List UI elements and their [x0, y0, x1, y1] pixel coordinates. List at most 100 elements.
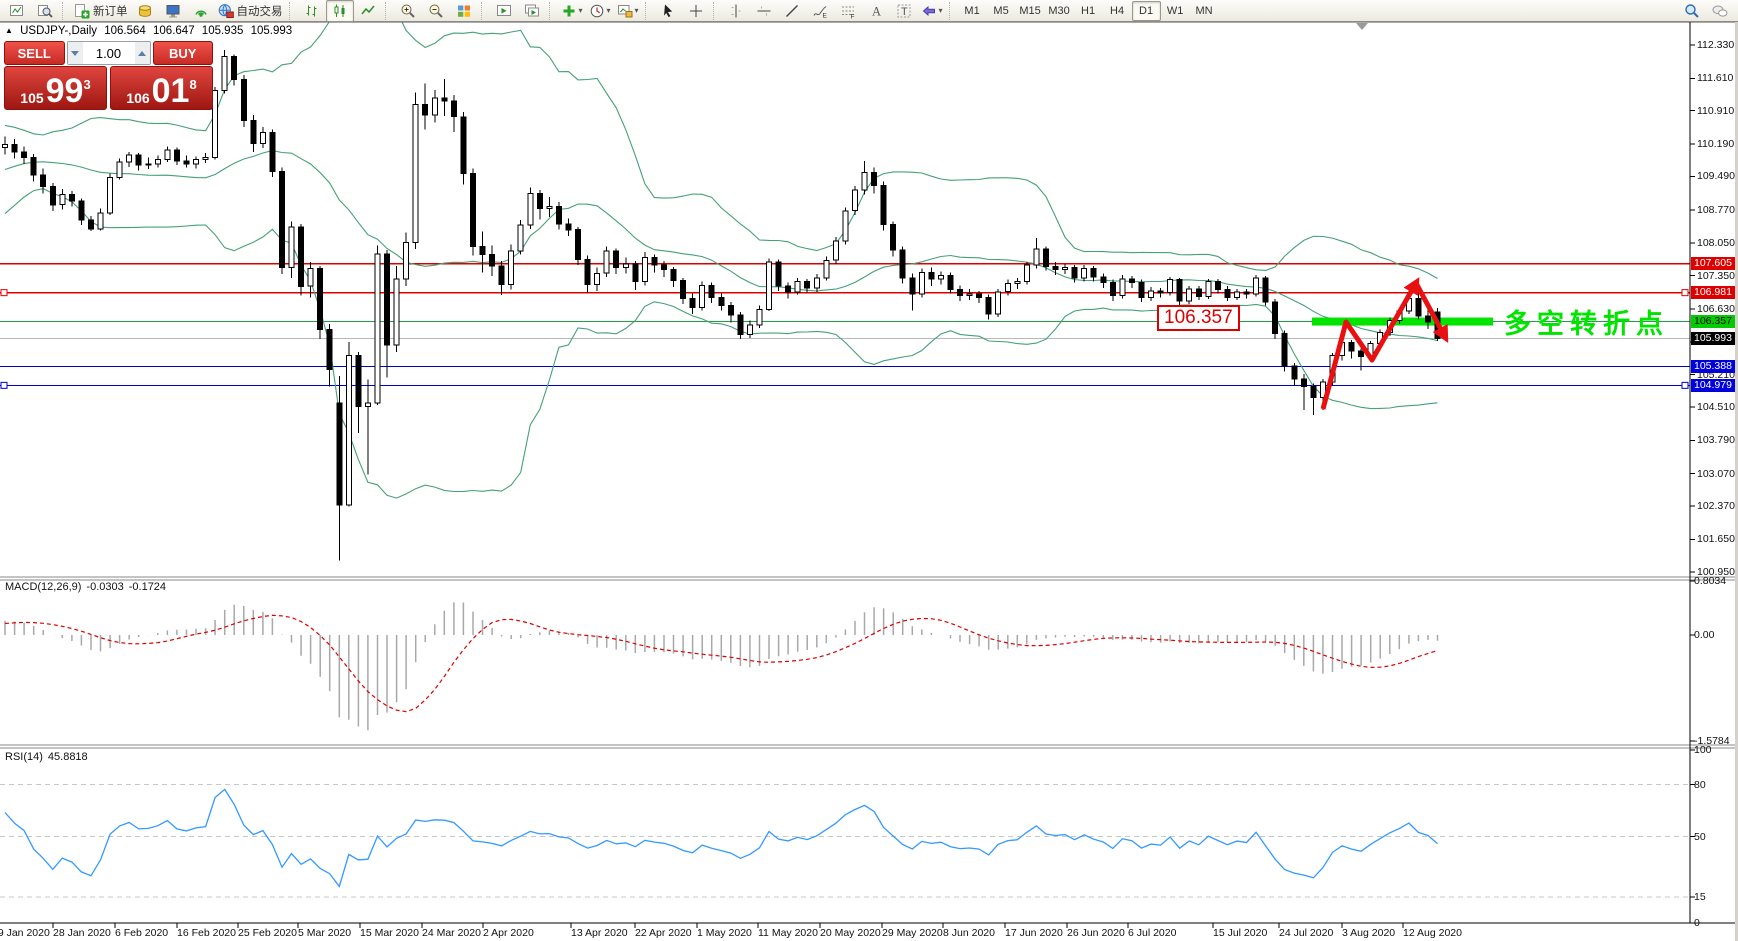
timeframe-h1-button[interactable]: H1 — [1074, 1, 1103, 21]
dropdown-arrow-icon: ▾ — [607, 6, 611, 15]
autotrade-button[interactable]: 自动交易 — [215, 0, 286, 22]
toolbar-right-icons — [1678, 0, 1734, 22]
equidistant-channel-icon[interactable]: E — [806, 0, 834, 22]
fibonacci-icon[interactable]: F — [834, 0, 862, 22]
rsi-indicator-label: RSI(14)45.8818 — [5, 751, 93, 763]
tile-windows-icon — [456, 3, 472, 19]
buy-button[interactable]: BUY — [153, 41, 214, 65]
auto-scroll-icon[interactable] — [490, 0, 518, 22]
profiles-icon — [37, 3, 53, 19]
ohlc-open: 106.564 — [104, 25, 146, 37]
toolbar-separator — [949, 2, 955, 20]
volume-decrease-button[interactable] — [68, 42, 83, 64]
new-order-button-label: 新订单 — [93, 3, 128, 19]
sell-price-prefix: 105 — [20, 90, 43, 106]
timeframe-m30-button[interactable]: M30 — [1045, 1, 1074, 21]
profiles-icon[interactable] — [31, 0, 59, 22]
annotation-text[interactable]: 多空转折点 — [1504, 302, 1669, 341]
zoom-in-icon[interactable] — [394, 0, 422, 22]
navigator-icon — [193, 3, 209, 19]
search-icon[interactable] — [1678, 0, 1706, 22]
sell-price-button[interactable]: 105993 — [4, 66, 107, 110]
bar-chart-mode-icon[interactable] — [298, 0, 326, 22]
timeframe-w1-button[interactable]: W1 — [1161, 1, 1190, 21]
zoom-out-icon[interactable] — [422, 0, 450, 22]
text-label-icon: T — [896, 3, 912, 19]
sell-price-big: 99 — [46, 76, 84, 106]
toolbar-separator — [385, 2, 391, 20]
toolbar-separator — [62, 2, 68, 20]
arrows-shapes-icon[interactable]: ▾ — [918, 0, 946, 22]
sell-button[interactable]: SELL — [4, 41, 65, 65]
chart-shift-icon — [524, 3, 540, 19]
svg-text:F: F — [850, 13, 854, 19]
new-chart-icon — [9, 3, 25, 19]
timeframe-m15-button[interactable]: M15 — [1016, 1, 1045, 21]
price-callout-label[interactable]: 106.357 — [1157, 305, 1240, 331]
data-window-icon — [165, 3, 181, 19]
mt4-window: { "toolbar": { "groups": [ {"items":[{"n… — [0, 0, 1738, 941]
vertical-line-icon[interactable] — [722, 0, 750, 22]
ohlc-low: 105.935 — [202, 25, 244, 37]
dropdown-arrow-icon: ▾ — [939, 6, 943, 15]
chart-shift-icon[interactable] — [518, 0, 546, 22]
candle-chart-mode-icon — [332, 3, 348, 19]
crosshair-icon[interactable] — [682, 0, 710, 22]
periods-icon[interactable]: ▾ — [586, 0, 614, 22]
line-chart-mode-icon — [360, 3, 376, 19]
chat-icon[interactable] — [1706, 0, 1734, 22]
candle-chart-mode-icon[interactable] — [326, 0, 354, 22]
chart-canvas — [0, 0, 1738, 941]
symbol-period-label: USDJPY-,Daily — [20, 25, 97, 37]
line-chart-mode-icon[interactable] — [354, 0, 382, 22]
arrows-shapes-icon — [921, 3, 937, 19]
timeframe-h4-button[interactable]: H4 — [1103, 1, 1132, 21]
volume-field[interactable]: 1.00 — [67, 41, 151, 65]
timeframe-mn-button[interactable]: MN — [1190, 1, 1219, 21]
crosshair-icon — [688, 3, 704, 19]
volume-increase-button[interactable] — [135, 42, 150, 64]
triangle-down-icon — [71, 51, 79, 56]
auto-scroll-icon — [496, 3, 512, 19]
dropdown-arrow-icon: ▾ — [579, 6, 583, 15]
data-window-icon[interactable] — [159, 0, 187, 22]
tile-windows-icon[interactable] — [450, 0, 478, 22]
autotrade-button — [218, 3, 234, 19]
text-icon: A — [868, 3, 884, 19]
text-icon[interactable]: A — [862, 0, 890, 22]
autotrade-button-label: 自动交易 — [237, 3, 283, 19]
add-indicator-icon — [561, 3, 577, 19]
macd-name: MACD(12,26,9) — [5, 581, 81, 593]
new-order-button — [74, 3, 90, 19]
cursor-icon[interactable] — [654, 0, 682, 22]
volume-value[interactable]: 1.00 — [83, 42, 135, 64]
fibonacci-icon: F — [840, 3, 856, 19]
navigator-icon[interactable] — [187, 0, 215, 22]
timeframe-m1-button[interactable]: M1 — [958, 1, 987, 21]
buy-price-button[interactable]: 106018 — [110, 66, 213, 110]
new-order-button[interactable]: 新订单 — [71, 0, 131, 22]
cursor-icon — [660, 3, 676, 19]
trendline-icon[interactable] — [778, 0, 806, 22]
svg-text:A: A — [872, 4, 881, 18]
add-indicator-icon[interactable]: ▾ — [558, 0, 586, 22]
timeframe-d1-button[interactable]: D1 — [1132, 1, 1161, 21]
toolbar-separator — [713, 2, 719, 20]
zoom-out-icon — [428, 3, 444, 19]
one-click-trade-panel: SELL 1.00 BUY 105993 106018 — [4, 41, 213, 110]
market-watch-icon[interactable] — [131, 0, 159, 22]
horizontal-line-icon[interactable] — [750, 0, 778, 22]
ohlc-close: 105.993 — [251, 25, 293, 37]
periods-icon — [589, 3, 605, 19]
macd-indicator-label: MACD(12,26,9)-0.0303-0.1724 — [5, 581, 171, 593]
zoom-in-icon — [400, 3, 416, 19]
new-chart-icon[interactable] — [3, 0, 31, 22]
timeframe-m5-button[interactable]: M5 — [987, 1, 1016, 21]
collapse-panel-icon[interactable]: ▲ — [5, 26, 13, 35]
triangle-up-icon — [138, 51, 146, 56]
templates-icon[interactable]: ▾ — [614, 0, 642, 22]
text-label-icon[interactable]: T — [890, 0, 918, 22]
search-icon — [1684, 3, 1700, 19]
chart-symbol-info: ▲ USDJPY-,Daily 106.564 106.647 105.935 … — [5, 25, 296, 37]
buy-price-sup: 8 — [189, 77, 196, 92]
